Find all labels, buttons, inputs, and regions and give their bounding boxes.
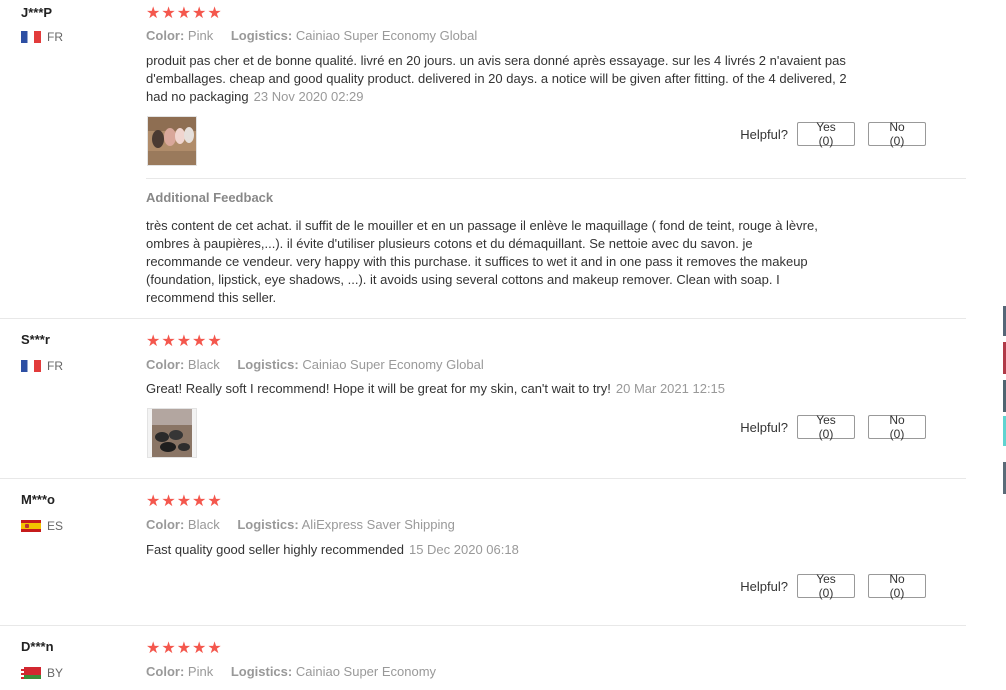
review-photo[interactable] [147, 116, 197, 166]
review-item: S***r FR ★★★★★ Color: Black Logistics: C… [0, 318, 966, 479]
logistics-value: Cainiao Super Economy Global [295, 28, 478, 43]
helpful-no-button[interactable]: No (0) [868, 572, 926, 600]
helpful-controls: Helpful? Yes (0) No (0) [740, 413, 926, 441]
star-rating: ★★★★★ [146, 493, 223, 510]
logistics-value: Cainiao Super Economy Global [302, 357, 484, 372]
color-value: Pink [187, 664, 214, 679]
helpful-label: Helpful? [740, 126, 788, 142]
star-rating: ★★★★★ [146, 640, 223, 657]
review-meta: Color: Pink Logistics: Cainiao Super Eco… [146, 664, 436, 679]
star-rating: ★★★★★ [146, 333, 223, 350]
additional-feedback-title: Additional Feedback [146, 190, 274, 205]
helpful-label: Helpful? [740, 578, 788, 594]
reviewer-country: FR [21, 359, 63, 373]
color-label: Color: [146, 517, 185, 532]
review-photo[interactable] [147, 408, 197, 458]
helpful-controls: Helpful? Yes (0) No (0) [740, 572, 926, 600]
helpful-label: Helpful? [740, 419, 788, 435]
review-photo-image [148, 409, 196, 457]
color-value: Pink [187, 28, 214, 43]
helpful-yes-button[interactable]: Yes (0) [797, 572, 855, 600]
color-label: Color: [146, 357, 185, 372]
reviewer-name: M***o [21, 492, 55, 507]
review-item: D***n BY ★★★★★ Color: Pink Logistics: Ca… [0, 625, 966, 690]
helpful-yes-button[interactable]: Yes (0) [797, 120, 855, 148]
belarus-flag-icon [21, 667, 41, 679]
reviewer-country: ES [21, 519, 63, 533]
country-code: BY [47, 666, 64, 680]
country-code: ES [47, 519, 64, 533]
helpful-controls: Helpful? Yes (0) No (0) [740, 120, 926, 148]
country-code: FR [47, 359, 63, 373]
helpful-no-button[interactable]: No (0) [868, 413, 926, 441]
logistics-label: Logistics: [237, 357, 299, 372]
review-text: produit pas cher et de bonne qualité. li… [146, 52, 856, 106]
review-meta: Color: Pink Logistics: Cainiao Super Eco… [146, 28, 477, 43]
review-meta: Color: Black Logistics: AliExpress Saver… [146, 517, 455, 532]
helpful-no-button[interactable]: No (0) [868, 120, 926, 148]
france-flag-icon [21, 31, 41, 43]
color-label: Color: [146, 28, 185, 43]
review-text: Great! Really soft I recommend! Hope it … [146, 380, 856, 398]
review-date: 23 Nov 2020 02:29 [253, 89, 364, 104]
review-date: 15 Dec 2020 06:18 [408, 542, 519, 557]
review-item: M***o ES ★★★★★ Color: Black Logistics: A… [0, 478, 966, 626]
star-rating: ★★★★★ [146, 5, 223, 22]
country-code: FR [47, 30, 63, 44]
review-photo-image [148, 117, 196, 165]
logistics-value: Cainiao Super Economy [295, 664, 437, 679]
france-flag-icon [21, 360, 41, 372]
spain-flag-icon [21, 520, 41, 532]
reviewer-country: BY [21, 666, 63, 680]
review-date: 20 Mar 2021 12:15 [615, 381, 726, 396]
reviewer-name: D***n [21, 639, 54, 654]
review-body: Great! Really soft I recommend! Hope it … [146, 381, 611, 396]
color-label: Color: [146, 664, 185, 679]
review-meta: Color: Black Logistics: Cainiao Super Ec… [146, 357, 484, 372]
logistics-value: AliExpress Saver Shipping [301, 517, 455, 532]
reviewer-name: S***r [21, 332, 50, 347]
reviewer-name: J***P [21, 5, 53, 20]
divider [146, 178, 966, 179]
reviewer-country: FR [21, 30, 63, 44]
additional-feedback-text: très content de cet achat. il suffit de … [146, 218, 818, 305]
color-value: Black [187, 357, 220, 372]
review-body: produit pas cher et de bonne qualité. li… [146, 53, 847, 104]
logistics-label: Logistics: [230, 28, 293, 43]
logistics-label: Logistics: [230, 664, 293, 679]
review-body: Fast quality good seller highly recommen… [146, 542, 404, 557]
helpful-yes-button[interactable]: Yes (0) [797, 413, 855, 441]
review-text: Fast quality good seller highly recommen… [146, 541, 856, 559]
review-item: J***P FR ★★★★★ Color: Pink Logistics: Ca… [0, 0, 966, 319]
logistics-label: Logistics: [237, 517, 299, 532]
color-value: Black [187, 517, 220, 532]
